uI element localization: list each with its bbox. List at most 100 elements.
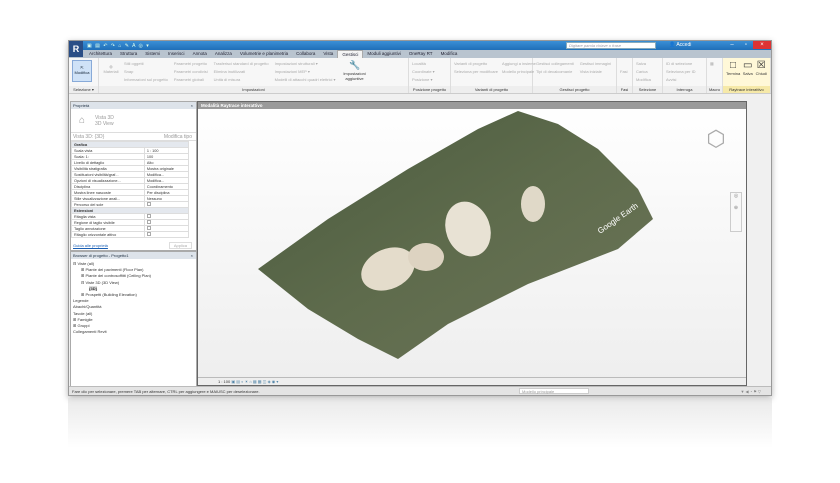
tab-struttura[interactable]: Struttura — [116, 50, 141, 58]
search-input[interactable]: Digitare parola chiave o frase — [566, 42, 656, 49]
checkbox[interactable] — [146, 202, 151, 206]
modifica-button[interactable]: ⇱ Modifica — [72, 60, 92, 82]
group-selezione-save: Salva Carica Modifica Selezione — [633, 58, 663, 93]
tab-architettura[interactable]: Architettura — [85, 50, 116, 58]
ribbon-item[interactable]: Modifica — [636, 76, 659, 84]
ribbon-item[interactable]: Parametri progetto — [174, 60, 208, 68]
close-icon[interactable]: × — [191, 102, 193, 109]
ribbon-item[interactable]: Seleziona per ID — [666, 68, 703, 76]
group-posizione: Località Coordinate ▾ Posizione ▾ Posizione… — [409, 58, 451, 93]
materiali-label: Materiali — [103, 69, 119, 74]
filter-icons[interactable]: ▼ ◀ ◔ ⚑ ▽ — [740, 387, 761, 396]
expand-toggle-icon[interactable]: ⊞ — [81, 267, 84, 272]
ribbon-item[interactable]: Posizione ▾ — [412, 76, 447, 84]
ribbon-item[interactable]: Varianti di progetto — [454, 60, 498, 68]
property-row: Ritaglio orizzontale attivo — [71, 231, 190, 238]
tab-collabora[interactable]: Collabora — [292, 50, 319, 58]
expand-toggle-icon[interactable]: ⊟ — [81, 280, 84, 285]
status-text: Fare clic per selezionare, premere TAB p… — [72, 389, 260, 394]
ribbon-item[interactable]: Unità di misura — [214, 76, 269, 84]
ribbon-item[interactable]: Impostazioni MEP ▾ — [275, 68, 336, 76]
tab-volumetrie-e-planimetria[interactable]: Volumetrie e planimetria — [236, 50, 292, 58]
tab-oneray-rt[interactable]: OneRay RT — [405, 50, 437, 58]
navigation-bar[interactable]: ◎ ⊕ — [730, 192, 742, 232]
tab-moduli-aggiuntivi[interactable]: Moduli aggiuntivi — [363, 50, 405, 58]
revit-logo[interactable]: R — [69, 41, 83, 57]
ribbon-item[interactable]: Gestisci immagini — [580, 60, 613, 68]
ribbon-item[interactable]: Parametri condivisi — [174, 68, 208, 76]
tab-modifica[interactable]: Modifica — [437, 50, 462, 58]
maximize-button[interactable]: ▫ — [739, 41, 753, 49]
expand-toggle-icon[interactable]: ⊞ — [73, 323, 76, 328]
ribbon-item[interactable]: Parametri globali — [174, 76, 208, 84]
reflection — [68, 398, 772, 448]
modifica-label: Modifica — [74, 70, 90, 75]
ribbon-item[interactable]: Informazioni sul progetto — [124, 76, 168, 84]
quick-access-toolbar[interactable]: ▣ ▤ ↶ ↷ ⌂ ✎ A ◎ ▾ — [87, 43, 150, 49]
checkbox[interactable] — [146, 214, 151, 218]
property-value[interactable] — [143, 231, 190, 238]
ribbon-item[interactable]: Modello principale — [502, 68, 536, 76]
ribbon-item[interactable]: Tipi di decalcomanie — [536, 68, 576, 76]
checkbox[interactable] — [146, 226, 151, 230]
properties-table: Grafica Scala vista 1 : 100 Scala: 1: 100 Liv… — [71, 141, 190, 238]
ribbon-item[interactable]: Salva — [636, 60, 659, 68]
group-macro: ▦ Macro — [707, 58, 723, 93]
edit-type-button[interactable]: Modifica tipo — [164, 133, 192, 140]
model-dropdown[interactable]: Modello principale — [519, 388, 589, 394]
ribbon-item[interactable]: Impostazioni strutturali ▾ — [275, 60, 336, 68]
ribbon-item[interactable]: Stili oggetti — [124, 60, 168, 68]
ribbon-item[interactable]: Aggiungi a insieme — [502, 60, 536, 68]
close-button[interactable]: × — [753, 41, 771, 49]
view-scale[interactable]: 1 : 100 — [218, 379, 230, 384]
selezione-dropdown[interactable]: Selezione ▾ — [69, 86, 98, 93]
tree-node[interactable]: Collegamenti Revit — [73, 329, 194, 335]
ribbon-item[interactable]: Coordinate ▾ — [412, 68, 447, 76]
checkbox[interactable] — [146, 220, 151, 224]
viewcube[interactable]: ⬡ — [696, 126, 736, 166]
ribbon-item[interactable]: Snap — [124, 68, 168, 76]
apply-button[interactable]: Applica — [168, 242, 192, 249]
ribbon-item[interactable]: Modelli di attacchi quadri elettrici ▾ — [275, 76, 336, 84]
raytrace-salva-button[interactable]: ▭ Salva — [742, 60, 754, 76]
ribbon-item[interactable]: Località — [412, 60, 447, 68]
ribbon-item[interactable]: Avvisi — [666, 76, 703, 84]
ribbon-item[interactable]: Trasferisci standard di progetto — [214, 60, 269, 68]
raytrace-termina-button[interactable]: □ Termina — [726, 60, 740, 76]
tab-analizza[interactable]: Analizza — [211, 50, 236, 58]
group-gestisci: Gestisci collegamenti Gestisci immagini Ti… — [533, 58, 617, 93]
close-icon[interactable]: × — [191, 252, 193, 259]
3d-view-icon: ⌂ — [79, 115, 86, 126]
raytrace-chiudi-button[interactable]: ☒ Chiudi — [756, 60, 768, 76]
ribbon-item[interactable]: ID di selezione — [666, 60, 703, 68]
checkbox[interactable] — [146, 232, 151, 236]
tree-node-label: {3D} — [89, 285, 98, 291]
expand-toggle-icon[interactable]: ⊞ — [73, 317, 76, 322]
macro-icon[interactable]: ▦ — [710, 60, 719, 68]
tab-annota[interactable]: Annota — [189, 50, 211, 58]
3d-viewport[interactable]: Modalità Raytrace interattivo Google Ear… — [197, 101, 747, 386]
fasi-button[interactable]: Fasi — [620, 60, 629, 76]
tree-node-label: Abachi/Quantità — [73, 304, 102, 310]
instance-selector[interactable]: Vista 3D: {3D} — [73, 133, 104, 140]
materiali-button[interactable]: ◍ Materiali — [102, 60, 120, 84]
ribbon-item[interactable]: Elimina inutilizzati — [214, 68, 269, 76]
view-control-bar: 1 : 100 ▣ ▤ ◐ ☀ ⌂ ▦ ▩ ◫ ◈ ◉ ▾ — [198, 377, 746, 385]
expand-toggle-icon[interactable]: ⊞ — [81, 273, 84, 278]
ribbon-item[interactable]: Vista iniziale — [580, 68, 613, 76]
impostazioni-aggiuntive-button[interactable]: 🔧 Impostazioni aggiuntive — [340, 60, 370, 84]
tab-inserisci[interactable]: Inserisci — [164, 50, 189, 58]
ribbon-item[interactable]: Gestisci collegamenti — [536, 60, 576, 68]
minimize-button[interactable]: – — [725, 41, 739, 49]
expand-toggle-icon[interactable]: ⊞ — [81, 292, 84, 297]
ribbon-item[interactable]: Carica — [636, 68, 659, 76]
ribbon-item[interactable]: Seleziona per modificare — [454, 68, 498, 76]
group-varianti: Varianti di progetto Aggiungi a insieme Se… — [451, 58, 536, 93]
sign-in-button[interactable]: 👤 Accedi — [669, 42, 691, 48]
view-control-icons[interactable]: ▣ ▤ ◐ ☀ ⌂ ▦ ▩ ◫ ◈ ◉ ▾ — [231, 379, 278, 384]
properties-help-link[interactable]: Guida alle proprietà — [73, 243, 108, 248]
expand-toggle-icon[interactable]: ⊟ — [73, 261, 76, 266]
type-selector[interactable]: ⌂ Vista 3D 3D View — [71, 109, 196, 133]
tab-sistemi[interactable]: Sistemi — [141, 50, 164, 58]
tab-vista[interactable]: Vista — [319, 50, 337, 58]
